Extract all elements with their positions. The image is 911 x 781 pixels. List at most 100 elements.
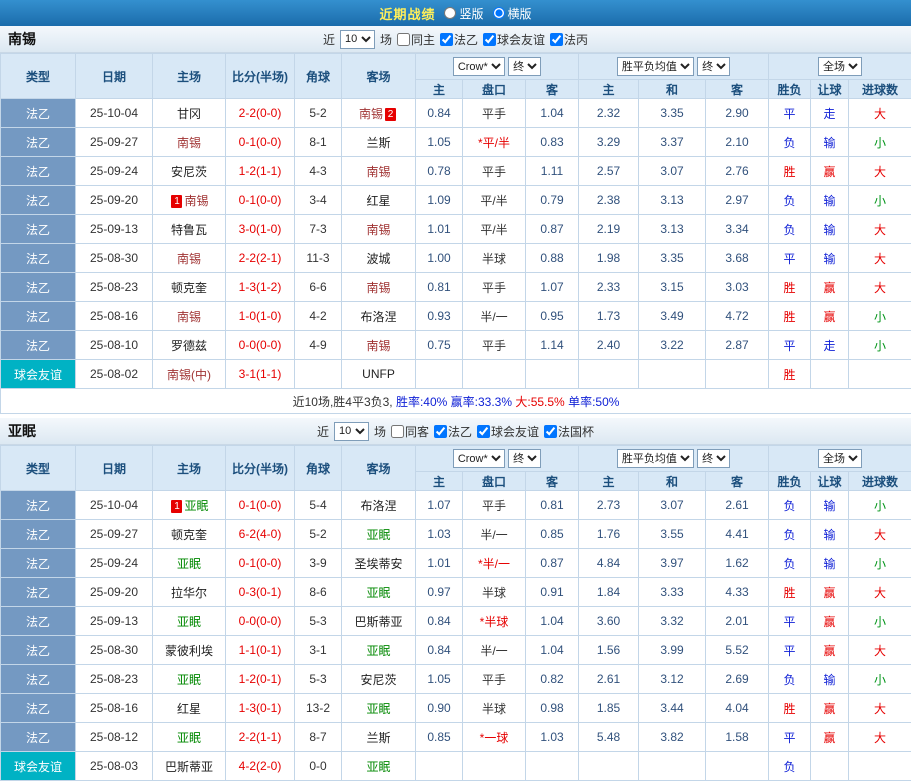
team-link[interactable]: 亚眠 — [184, 499, 208, 513]
checkbox-input[interactable] — [391, 425, 404, 438]
team-link[interactable]: 南锡(中) — [167, 368, 211, 382]
horizontal-radio-input[interactable] — [493, 7, 505, 19]
score-cell[interactable]: 1-2(1-1) — [226, 157, 295, 186]
team-link[interactable]: 布洛涅 — [360, 499, 396, 513]
filter-checkbox-0[interactable]: 同客 — [391, 423, 429, 440]
league-type-cell[interactable]: 法乙 — [1, 578, 76, 607]
checkbox-input[interactable] — [440, 33, 453, 46]
avg-select[interactable]: 胜平负均值 — [617, 449, 694, 468]
team-link[interactable]: 圣埃蒂安 — [354, 557, 402, 571]
team-link[interactable]: 亚眠 — [366, 644, 390, 658]
filter-checkbox-1[interactable]: 法乙 — [434, 423, 472, 440]
odds-stage-select[interactable]: 终 — [508, 57, 541, 76]
checkbox-input[interactable] — [397, 33, 410, 46]
score-cell[interactable]: 0-3(0-1) — [226, 578, 295, 607]
score-cell[interactable]: 0-1(0-0) — [226, 491, 295, 520]
checkbox-input[interactable] — [477, 425, 490, 438]
score-cell[interactable]: 0-1(0-0) — [226, 186, 295, 215]
team-link[interactable]: 南锡 — [177, 136, 201, 150]
layout-option-horizontal[interactable]: 横版 — [493, 5, 532, 22]
league-type-cell[interactable]: 法乙 — [1, 331, 76, 360]
league-type-cell[interactable]: 法乙 — [1, 99, 76, 128]
filter-checkbox-2[interactable]: 球会友谊 — [477, 423, 539, 440]
league-type-cell[interactable]: 法乙 — [1, 186, 76, 215]
league-type-cell[interactable]: 法乙 — [1, 302, 76, 331]
vertical-radio-input[interactable] — [444, 7, 456, 19]
team-link[interactable]: 巴斯蒂亚 — [354, 615, 402, 629]
team-link[interactable]: 特鲁瓦 — [171, 223, 207, 237]
team-link[interactable]: 亚眠 — [177, 731, 201, 745]
checkbox-input[interactable] — [550, 33, 563, 46]
team-link[interactable]: 南锡 — [366, 165, 390, 179]
team-link[interactable]: 红星 — [366, 194, 390, 208]
team-link[interactable]: 南锡 — [184, 194, 208, 208]
league-type-cell[interactable]: 法乙 — [1, 157, 76, 186]
team-link[interactable]: 拉华尔 — [171, 586, 207, 600]
checkbox-input[interactable] — [483, 33, 496, 46]
team-link[interactable]: 安尼茨 — [171, 165, 207, 179]
score-cell[interactable]: 3-1(1-1) — [226, 360, 295, 389]
score-cell[interactable]: 1-3(1-2) — [226, 273, 295, 302]
team-link[interactable]: 南锡 — [366, 339, 390, 353]
team-link[interactable]: 亚眠 — [366, 760, 390, 774]
filter-checkbox-0[interactable]: 同主 — [397, 31, 435, 48]
score-cell[interactable]: 0-1(0-0) — [226, 549, 295, 578]
team-link[interactable]: UNFP — [362, 367, 395, 381]
score-cell[interactable]: 1-3(0-1) — [226, 694, 295, 723]
team-link[interactable]: 亚眠 — [366, 586, 390, 600]
team-link[interactable]: 安尼茨 — [360, 673, 396, 687]
scope-select[interactable]: 全场 — [818, 449, 862, 468]
league-type-cell[interactable]: 法乙 — [1, 549, 76, 578]
league-type-cell[interactable]: 球会友谊 — [1, 360, 76, 389]
team-link[interactable]: 亚眠 — [177, 673, 201, 687]
match-count-select[interactable]: 10 — [340, 30, 375, 49]
score-cell[interactable]: 2-2(0-0) — [226, 99, 295, 128]
league-type-cell[interactable]: 法乙 — [1, 520, 76, 549]
team-link[interactable]: 蒙彼利埃 — [165, 644, 213, 658]
filter-checkbox-3[interactable]: 法丙 — [550, 31, 588, 48]
league-type-cell[interactable]: 法乙 — [1, 491, 76, 520]
league-type-cell[interactable]: 法乙 — [1, 607, 76, 636]
score-cell[interactable]: 3-0(1-0) — [226, 215, 295, 244]
team-link[interactable]: 南锡 — [177, 252, 201, 266]
team-link[interactable]: 巴斯蒂亚 — [165, 760, 213, 774]
score-cell[interactable]: 1-2(0-1) — [226, 665, 295, 694]
filter-checkbox-3[interactable]: 法国杯 — [544, 423, 594, 440]
checkbox-input[interactable] — [544, 425, 557, 438]
score-cell[interactable]: 1-0(1-0) — [226, 302, 295, 331]
league-type-cell[interactable]: 法乙 — [1, 244, 76, 273]
team-link[interactable]: 兰斯 — [366, 136, 390, 150]
odds-stage-select[interactable]: 终 — [508, 449, 541, 468]
score-cell[interactable]: 0-0(0-0) — [226, 331, 295, 360]
filter-checkbox-1[interactable]: 法乙 — [440, 31, 478, 48]
score-cell[interactable]: 2-2(2-1) — [226, 244, 295, 273]
checkbox-input[interactable] — [434, 425, 447, 438]
league-type-cell[interactable]: 法乙 — [1, 694, 76, 723]
league-type-cell[interactable]: 球会友谊 — [1, 752, 76, 781]
score-cell[interactable]: 1-1(0-1) — [226, 636, 295, 665]
team-link[interactable]: 亚眠 — [177, 615, 201, 629]
league-type-cell[interactable]: 法乙 — [1, 128, 76, 157]
avg-select[interactable]: 胜平负均值 — [617, 57, 694, 76]
team-link[interactable]: 亚眠 — [366, 528, 390, 542]
team-link[interactable]: 布洛涅 — [360, 310, 396, 324]
layout-option-vertical[interactable]: 竖版 — [444, 5, 483, 22]
score-cell[interactable]: 4-2(2-0) — [226, 752, 295, 781]
league-type-cell[interactable]: 法乙 — [1, 273, 76, 302]
team-link[interactable]: 罗德兹 — [171, 339, 207, 353]
scope-select[interactable]: 全场 — [818, 57, 862, 76]
score-cell[interactable]: 0-1(0-0) — [226, 128, 295, 157]
match-count-select[interactable]: 10 — [334, 422, 369, 441]
team-link[interactable]: 南锡 — [359, 107, 383, 121]
filter-checkbox-2[interactable]: 球会友谊 — [483, 31, 545, 48]
league-type-cell[interactable]: 法乙 — [1, 665, 76, 694]
team-link[interactable]: 顿克奎 — [171, 528, 207, 542]
team-link[interactable]: 兰斯 — [366, 731, 390, 745]
team-link[interactable]: 南锡 — [177, 310, 201, 324]
score-cell[interactable]: 2-2(1-1) — [226, 723, 295, 752]
team-link[interactable]: 亚眠 — [177, 557, 201, 571]
team-link[interactable]: 顿克奎 — [171, 281, 207, 295]
score-cell[interactable]: 0-0(0-0) — [226, 607, 295, 636]
avg-stage-select[interactable]: 终 — [697, 57, 730, 76]
team-link[interactable]: 波城 — [366, 252, 390, 266]
